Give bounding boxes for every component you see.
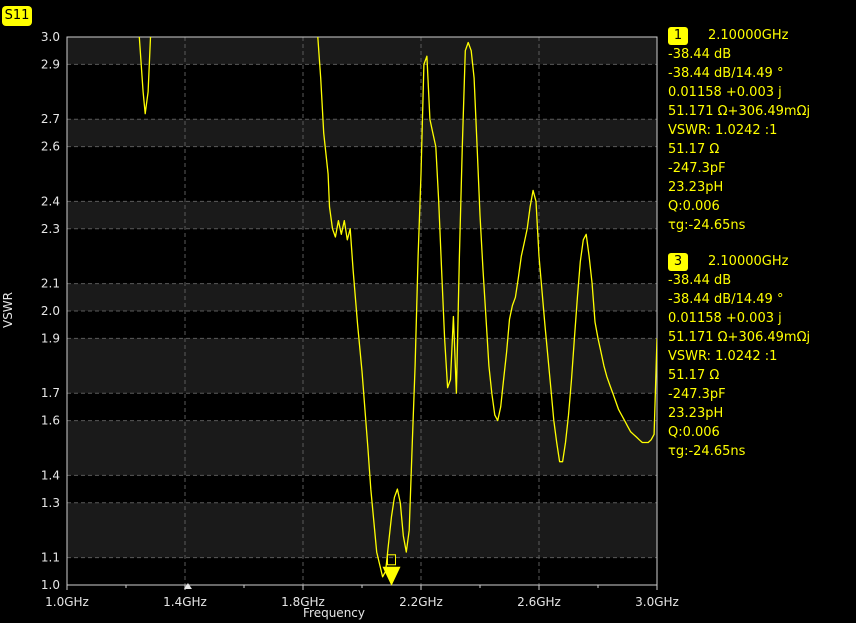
y-tick-label: 1.6: [41, 414, 60, 428]
y-tick-label: 2.3: [41, 222, 60, 236]
y-tick-label: 2.4: [41, 194, 60, 208]
x-tick-label: 2.6GHz: [517, 595, 561, 609]
x-tick-label: 1.4GHz: [163, 595, 207, 609]
marker-readout: -38.44 dB: [668, 47, 732, 62]
marker-readout: -38.44 dB: [668, 273, 732, 288]
x-tick-label: 2.2GHz: [399, 595, 443, 609]
y-tick-label: 3.0: [41, 30, 60, 44]
grid-band: [67, 502, 657, 558]
marker-readout: τg:-24.65ns: [668, 218, 746, 233]
y-axis-ticks: 1.0 1.1 1.3 1.4 1.6 1.7 1.9 2.0 2.1 2.3 2.4 2.6 2.7 2…: [41, 30, 60, 592]
grid-band: [67, 119, 657, 147]
y-tick-label: 2.9: [41, 57, 60, 71]
marker-readout: -38.44 dB/14.49 °: [668, 66, 784, 81]
y-tick-label: 1.1: [41, 551, 60, 565]
marker-panel-3: 3 2.10000GHz -38.44 dB -38.44 dB/14.49 °…: [668, 252, 810, 461]
y-tick-label: 2.0: [41, 304, 60, 318]
marker-readout: Q:0.006: [668, 425, 720, 440]
marker-readout: -38.44 dB/14.49 °: [668, 292, 784, 307]
marker-readout: -247.3pF: [668, 161, 726, 176]
marker-readout: Q:0.006: [668, 199, 720, 214]
marker-readout: 23.23pH: [668, 406, 724, 421]
marker-badge-3[interactable]: 3: [668, 252, 688, 271]
y-tick-label: 2.7: [41, 112, 60, 126]
marker-readout: 23.23pH: [668, 180, 724, 195]
plot-area: [66, 36, 658, 586]
trace-badge[interactable]: S11: [2, 6, 32, 26]
grid-band: [67, 201, 657, 229]
marker-readout: VSWR: 1.0242 :1: [668, 123, 778, 138]
marker-panel-1: 1 2.10000GHz -38.44 dB -38.44 dB/14.49 °…: [668, 26, 810, 235]
y-tick-label: 1.7: [41, 386, 60, 400]
marker-readout: 51.17 Ω: [668, 142, 720, 157]
x-tick-label: 1.0GHz: [45, 595, 89, 609]
marker-frequency: 2.10000GHz: [708, 28, 789, 43]
y-tick-label: 2.1: [41, 277, 60, 291]
marker-readout: τg:-24.65ns: [668, 444, 746, 459]
marker-frequency: 2.10000GHz: [708, 254, 789, 269]
y-tick-label: 1.4: [41, 468, 60, 482]
marker-readout: 0.01158 +0.003 j: [668, 85, 782, 100]
marker-readout: 51.171 Ω+306.49mΩj: [668, 104, 811, 119]
y-tick-label: 1.0: [41, 578, 60, 592]
y-axis-label: VSWR: [1, 292, 15, 328]
y-tick-label: 1.9: [41, 331, 60, 345]
y-tick-label: 1.3: [41, 496, 60, 510]
grid-band: [67, 37, 657, 65]
x-axis-label: Frequency: [303, 606, 365, 620]
marker-readout: 51.171 Ω+306.49mΩj: [668, 330, 811, 345]
grid-band: [67, 420, 657, 476]
x-tick-label: 3.0GHz: [635, 595, 679, 609]
marker-readout: -247.3pF: [668, 387, 726, 402]
marker-readout: 0.01158 +0.003 j: [668, 311, 782, 326]
y-tick-label: 2.6: [41, 140, 60, 154]
marker-readout: VSWR: 1.0242 :1: [668, 349, 778, 364]
marker-badge-1[interactable]: 1: [668, 26, 688, 45]
grid-band: [67, 283, 657, 311]
marker-readout: 51.17 Ω: [668, 368, 720, 383]
